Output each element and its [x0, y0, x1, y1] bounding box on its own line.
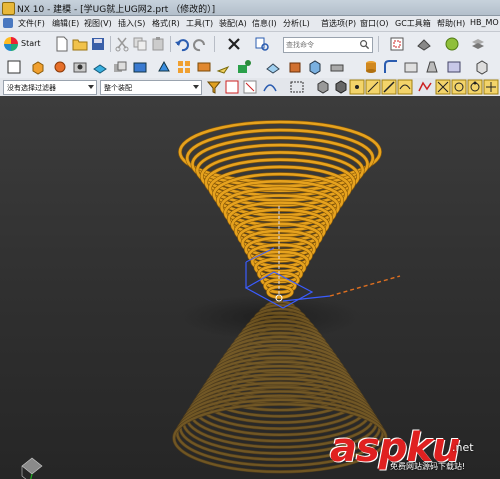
menu-information[interactable]: 信息(I): [252, 18, 277, 29]
app-menu-icon[interactable]: [3, 18, 13, 28]
selection-bar: 没有选择过滤器 整个装配: [0, 78, 500, 97]
graphics-window[interactable]: [0, 96, 500, 479]
redo-icon[interactable]: [192, 36, 208, 52]
search-icon[interactable]: [359, 39, 370, 50]
sketch-icon[interactable]: [6, 59, 22, 75]
subtract-icon[interactable]: [132, 59, 148, 75]
filter-settings-icon[interactable]: [206, 79, 222, 95]
pattern-icon[interactable]: [176, 59, 192, 75]
nx-logo-icon: [2, 2, 15, 15]
intersect-icon[interactable]: [156, 59, 172, 75]
point-icon[interactable]: [236, 59, 252, 75]
start-icon: [4, 37, 18, 51]
block-icon[interactable]: [307, 59, 323, 75]
face-select-icon[interactable]: [315, 79, 331, 95]
boss-icon[interactable]: [92, 59, 108, 75]
window-title: NX 10 - 建模 - [学UG就上UG网2.prt （修改的）]: [17, 5, 216, 15]
title-bar: NX 10 - 建模 - [学UG就上UG网2.prt （修改的）]: [0, 0, 500, 16]
view-fit-icon[interactable]: [389, 36, 405, 52]
menu-bar: 文件(F) 编辑(E) 视图(V) 插入(S) 格式(R) 工具(T) 装配(A…: [0, 16, 500, 32]
snap-line-icon[interactable]: [381, 79, 397, 95]
start-label: Start: [21, 39, 41, 48]
menu-window[interactable]: 窗口(O): [360, 18, 389, 29]
snap-center-icon[interactable]: [451, 79, 467, 95]
thread-icon[interactable]: [446, 59, 462, 75]
selection-scope-dropdown[interactable]: 整个装配: [100, 80, 202, 95]
deselect-icon[interactable]: [242, 79, 258, 95]
trim-body-icon[interactable]: [329, 59, 345, 75]
menu-assembly[interactable]: 装配(A): [219, 18, 247, 29]
snap-existing-point-icon[interactable]: [483, 79, 499, 95]
menu-file[interactable]: 文件(F): [18, 18, 45, 29]
snap-intersection-icon[interactable]: [435, 79, 451, 95]
render-style-icon[interactable]: [416, 36, 432, 52]
menu-hb-mo[interactable]: HB_MO: [470, 18, 499, 27]
chamfer-icon[interactable]: [403, 59, 419, 75]
copy-icon[interactable]: [132, 36, 148, 52]
menu-help[interactable]: 帮助(H): [437, 18, 465, 29]
rectangle-select-icon[interactable]: [289, 79, 305, 95]
save-icon[interactable]: [90, 36, 106, 52]
cut-icon[interactable]: [114, 36, 130, 52]
select-all-icon[interactable]: [224, 79, 240, 95]
standard-toolbar: Start: [0, 32, 500, 57]
feature-toolbar: [0, 56, 500, 79]
unite-icon[interactable]: [112, 59, 128, 75]
menu-tools[interactable]: 工具(T): [186, 18, 213, 29]
snap-midpoint-icon[interactable]: [365, 79, 381, 95]
toolbar-separator: [170, 36, 171, 52]
draft-icon[interactable]: [424, 59, 440, 75]
menu-analysis[interactable]: 分析(L): [283, 18, 310, 29]
toolbar-separator: [110, 36, 111, 52]
view-triad-icon[interactable]: [21, 457, 43, 479]
shaded-sphere-icon[interactable]: [444, 36, 460, 52]
open-folder-icon[interactable]: [72, 36, 88, 52]
revolve-icon[interactable]: [52, 59, 68, 75]
snap-curve-point-icon[interactable]: [417, 79, 433, 95]
menu-format[interactable]: 格式(R): [152, 18, 180, 29]
menu-insert[interactable]: 插入(S): [118, 18, 145, 29]
delete-icon[interactable]: [226, 36, 242, 52]
extrude-icon[interactable]: [30, 59, 46, 75]
selection-scope-value: 整个装配: [104, 84, 132, 92]
type-filter-value: 没有选择过滤器: [7, 84, 56, 92]
toolbar-separator: [214, 36, 215, 52]
snap-curve-icon[interactable]: [262, 79, 278, 95]
paste-icon[interactable]: [150, 36, 166, 52]
chevron-down-icon: [193, 85, 199, 89]
command-finder-icon[interactable]: [254, 36, 270, 52]
toolbar-separator: [378, 36, 379, 52]
hole-icon[interactable]: [72, 59, 88, 75]
undo-icon[interactable]: [174, 36, 190, 52]
menu-preferences[interactable]: 首选项(P): [321, 18, 356, 29]
menu-gc-toolbox[interactable]: GC工具箱: [395, 18, 431, 29]
snap-tangent-icon[interactable]: [397, 79, 413, 95]
menu-edit[interactable]: 编辑(E): [52, 18, 79, 29]
watermark-tagline: 免费网站源码下载站!: [390, 462, 466, 471]
cylinder-icon[interactable]: [363, 59, 379, 75]
datum-icon[interactable]: [216, 59, 232, 75]
snap-endpoint-icon[interactable]: [349, 79, 365, 95]
offset-face-icon[interactable]: [265, 59, 281, 75]
edge-blend-icon[interactable]: [383, 59, 399, 75]
start-button[interactable]: Start: [4, 36, 50, 52]
mirror-icon[interactable]: [196, 59, 212, 75]
snap-quadrant-icon[interactable]: [467, 79, 483, 95]
chevron-down-icon: [88, 85, 94, 89]
layer-settings-icon[interactable]: [470, 36, 486, 52]
shell-icon[interactable]: [287, 59, 303, 75]
model-view[interactable]: [0, 96, 500, 479]
watermark: aspku .net 免费网站源码下载站!: [330, 425, 500, 479]
command-search-box[interactable]: [283, 37, 373, 53]
menu-view[interactable]: 视图(V): [84, 18, 112, 29]
new-file-icon[interactable]: [54, 36, 70, 52]
spring-model[interactable]: [178, 120, 382, 300]
more-features-icon[interactable]: [474, 59, 490, 75]
type-filter-dropdown[interactable]: 没有选择过滤器: [3, 80, 97, 95]
watermark-domain-suffix: .net: [452, 441, 474, 454]
search-input[interactable]: [284, 38, 358, 52]
body-select-icon[interactable]: [333, 79, 349, 95]
